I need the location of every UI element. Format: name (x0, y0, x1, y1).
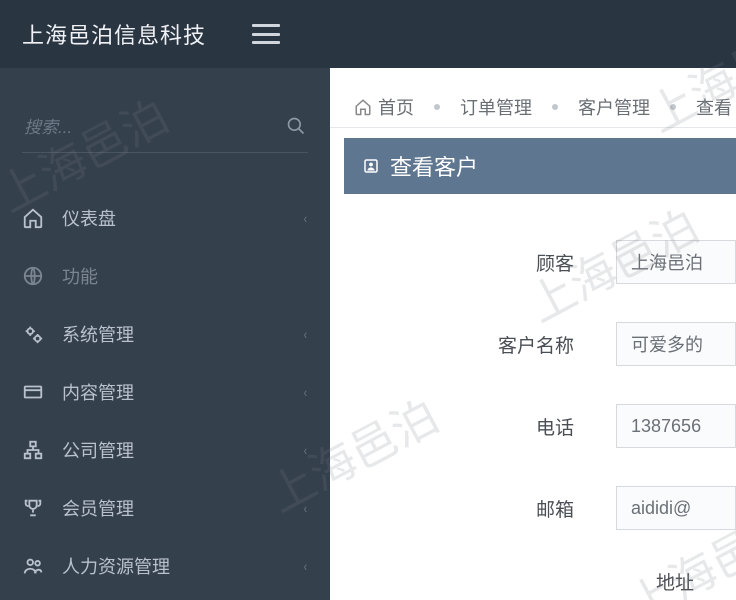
sidebar-item-label: 功能 (62, 263, 308, 289)
form-label: 顾客 (450, 249, 616, 276)
breadcrumb-separator (670, 104, 676, 110)
form-value[interactable]: 可爱多的 (616, 322, 736, 366)
form-row: 顾客 上海邑泊 (450, 240, 736, 284)
form-label: 电话 (450, 413, 616, 440)
home-icon (354, 98, 372, 116)
breadcrumb-label: 首页 (378, 94, 414, 120)
panel-header: 查看客户 (344, 138, 736, 194)
breadcrumb-separator (434, 104, 440, 110)
form-row: 地址 (450, 568, 736, 595)
globe-icon (22, 265, 44, 287)
sidebar-item-content[interactable]: 内容管理 ‹ (0, 363, 330, 421)
breadcrumb-customers[interactable]: 客户管理 (578, 94, 650, 120)
form-value[interactable]: 上海邑泊 (616, 240, 736, 284)
form-row: 邮箱 aididi@ (450, 486, 736, 530)
form-label: 地址 (450, 568, 736, 595)
sidebar-item-label: 会员管理 (62, 495, 303, 521)
sidebar-item-label: 内容管理 (62, 379, 303, 405)
sidebar: 仪表盘 ‹ 功能 系统管理 ‹ 内容管理 (0, 68, 330, 600)
trophy-icon (22, 497, 44, 519)
breadcrumb-separator (552, 104, 558, 110)
breadcrumb: 首页 订单管理 客户管理 查看 (330, 86, 736, 128)
form-row: 客户名称 可爱多的 (450, 322, 736, 366)
search-wrap (22, 112, 308, 153)
users-icon (22, 555, 44, 577)
sidebar-item-system[interactable]: 系统管理 ‹ (0, 305, 330, 363)
sidebar-item-dashboard[interactable]: 仪表盘 ‹ (0, 189, 330, 247)
sidebar-item-label: 人力资源管理 (62, 553, 303, 579)
sidebar-item-label: 公司管理 (62, 437, 303, 463)
chevron-left-icon: ‹ (304, 384, 307, 400)
sidebar-item-hr[interactable]: 人力资源管理 ‹ (0, 537, 330, 595)
sitemap-icon (22, 439, 44, 461)
breadcrumb-view[interactable]: 查看 (696, 94, 732, 120)
topbar: 上海邑泊信息科技 (0, 0, 736, 68)
breadcrumb-orders[interactable]: 订单管理 (460, 94, 532, 120)
sidebar-item-company[interactable]: 公司管理 ‹ (0, 421, 330, 479)
main-area: 首页 订单管理 客户管理 查看 查看客户 顾客 上海邑泊 (330, 68, 736, 600)
search-icon[interactable] (286, 116, 306, 136)
form-row: 电话 1387656 (450, 404, 736, 448)
chevron-left-icon: ‹ (304, 500, 307, 516)
chevron-left-icon: ‹ (304, 558, 307, 574)
brand-title: 上海邑泊信息科技 (22, 18, 206, 50)
form-value[interactable]: 1387656 (616, 404, 736, 448)
sidebar-item-member[interactable]: 会员管理 ‹ (0, 479, 330, 537)
breadcrumb-label: 客户管理 (578, 94, 650, 120)
chevron-left-icon: ‹ (304, 210, 307, 226)
breadcrumb-label: 订单管理 (460, 94, 532, 120)
customer-form: 顾客 上海邑泊 客户名称 可爱多的 电话 1387656 邮箱 aididi@ … (330, 240, 736, 600)
chevron-left-icon: ‹ (304, 326, 307, 342)
card-icon (22, 381, 44, 403)
sidebar-item-label: 系统管理 (62, 321, 303, 347)
sidebar-item-label: 仪表盘 (62, 205, 303, 231)
panel-title: 查看客户 (390, 150, 478, 182)
form-value[interactable]: aididi@ (616, 486, 736, 530)
form-label: 邮箱 (450, 495, 616, 522)
chevron-left-icon: ‹ (304, 442, 307, 458)
hamburger-toggle[interactable] (252, 24, 280, 44)
gears-icon (22, 323, 44, 345)
breadcrumb-home[interactable]: 首页 (354, 94, 414, 120)
breadcrumb-label: 查看 (696, 94, 732, 120)
form-label: 客户名称 (450, 331, 616, 358)
user-icon (362, 157, 380, 175)
search-input[interactable] (22, 112, 308, 144)
home-icon (22, 207, 44, 229)
nav-list: 仪表盘 ‹ 功能 系统管理 ‹ 内容管理 (0, 189, 330, 595)
sidebar-item-features[interactable]: 功能 (0, 247, 330, 305)
